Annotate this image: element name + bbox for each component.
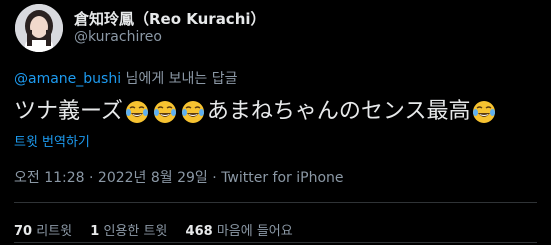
likes-stat[interactable]: 468 마음에 들어요: [186, 224, 293, 239]
reply-context: @amane_bushi 님에게 보내는 답글: [14, 68, 238, 88]
face-with-tears-of-joy-icon: [125, 101, 148, 123]
translate-tweet-link[interactable]: 트윗 번역하기: [14, 131, 90, 150]
avatar-image: [15, 4, 63, 52]
divider: [14, 242, 537, 243]
divider: [14, 202, 537, 203]
tweet-text: ツナ義ーズ あまねちゃんのセンス最高: [14, 96, 498, 128]
face-with-tears-of-joy-icon: [473, 101, 496, 123]
face-with-tears-of-joy-icon: [153, 101, 176, 123]
retweets-count: 70: [14, 224, 33, 239]
tweet-stats: 70 리트윗 1 인용한 트윗 468 마음에 들어요: [14, 220, 307, 239]
quotes-count: 1: [90, 224, 100, 239]
user-handle[interactable]: @kurachireo: [74, 29, 162, 45]
quotes-stat[interactable]: 1 인용한 트윗: [90, 224, 167, 239]
retweets-stat[interactable]: 70 리트윗: [14, 224, 72, 239]
meta-separator: ·: [207, 170, 222, 186]
tweet-text-part2: あまねちゃんのセンス最高: [206, 99, 471, 124]
reply-context-label: 님에게 보내는 답글: [121, 71, 238, 87]
tweet-date[interactable]: 2022년 8월 29일: [98, 170, 208, 186]
reply-mention-link[interactable]: @amane_bushi: [14, 71, 121, 87]
tweet-text-part1: ツナ義ーズ: [14, 99, 123, 124]
avatar[interactable]: [15, 4, 63, 52]
tweet-meta: 오전 11:28 · 2022년 8월 29일 · Twitter for iP…: [14, 167, 344, 187]
tweet-time[interactable]: 오전 11:28: [14, 170, 85, 186]
likes-count: 468: [185, 224, 213, 239]
likes-label: 마음에 들어요: [216, 224, 293, 239]
tweet-source[interactable]: Twitter for iPhone: [221, 170, 343, 186]
display-name[interactable]: 倉知玲鳳（Reo Kurachi）: [74, 8, 266, 29]
meta-separator: ·: [84, 170, 98, 186]
retweets-label: 리트윗: [36, 224, 73, 239]
quotes-label: 인용한 트윗: [103, 224, 168, 239]
face-with-tears-of-joy-icon: [181, 101, 204, 123]
